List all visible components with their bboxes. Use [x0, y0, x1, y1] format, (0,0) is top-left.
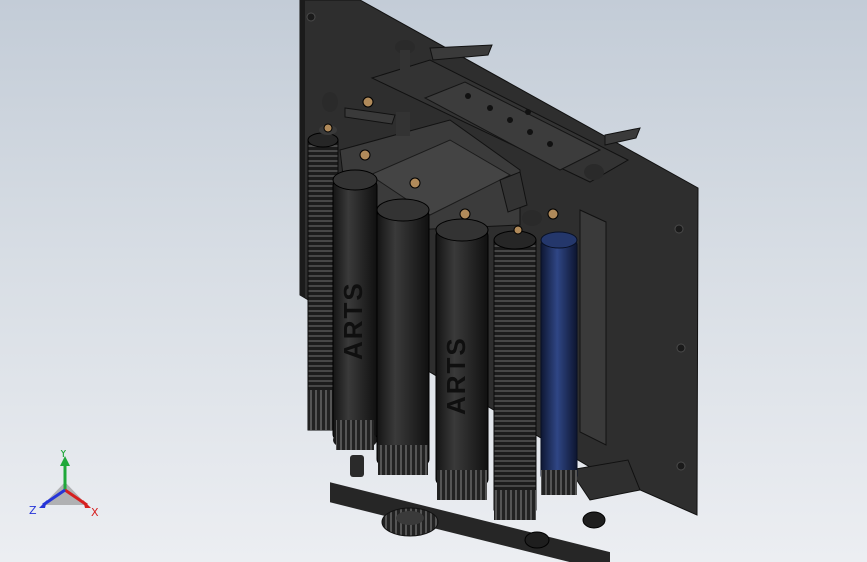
graphics-viewport[interactable]: ARTS ARTS Y X Z [0, 0, 867, 562]
triad-z-label: Z [29, 504, 37, 517]
orientation-triad[interactable]: Y X Z [25, 450, 105, 525]
triad-x-arrow [83, 500, 91, 508]
side-bracket [579, 209, 607, 446]
triad-z-arrow [39, 500, 47, 508]
roller-plain-2 [376, 198, 430, 475]
triad-y-label: Y [59, 450, 67, 460]
roller-threaded-right [493, 230, 537, 520]
assembly-model[interactable]: ARTS ARTS [0, 0, 867, 562]
roller-label-3: ARTS [441, 336, 471, 415]
roller-labeled-3: ARTS [435, 218, 489, 500]
triad-x-label: X [91, 506, 99, 519]
roller-labeled-1: ARTS [332, 169, 378, 450]
roller-blue [540, 231, 578, 495]
roller-label-1: ARTS [338, 281, 368, 360]
